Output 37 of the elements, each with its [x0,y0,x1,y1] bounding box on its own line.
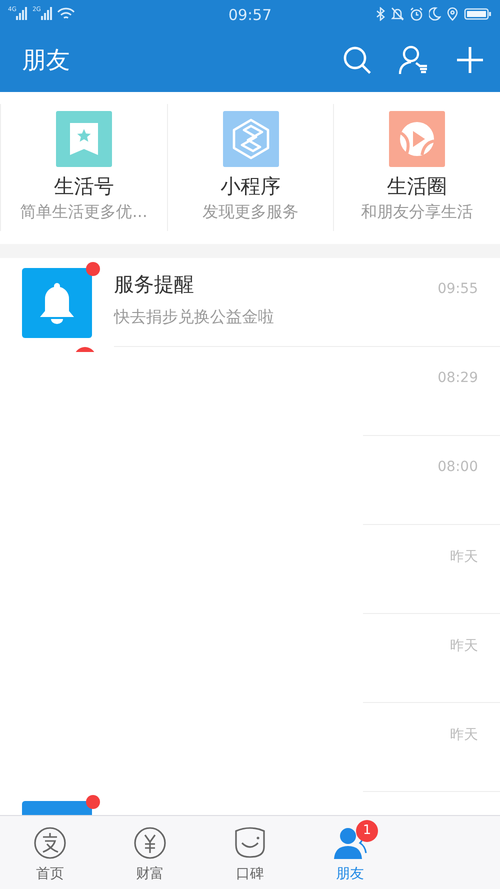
message-preview: 快去捐步兑换公益金啦 [114,307,274,328]
shortcut-subtitle: 和朋友分享生活 [361,202,474,223]
bell-icon [37,281,77,325]
location-icon [447,7,458,21]
signal-icon [16,7,28,21]
bluetooth-icon [376,7,386,21]
alipay-icon [33,826,67,860]
unread-badge: 1 [356,820,378,842]
contacts-icon[interactable] [398,45,430,75]
message-time: 昨天 [450,548,478,566]
muted-bell-icon [391,7,404,21]
shortcut-title[interactable]: 生活号 [54,174,114,198]
tab-button[interactable]: 口碑 [200,816,300,889]
yen-icon [133,826,167,860]
signal-icon [40,7,53,21]
alarm-icon [410,7,424,21]
search-icon[interactable] [342,45,372,75]
wifi-icon [56,7,75,21]
add-icon[interactable] [456,46,484,74]
message-time: 昨天 [450,637,478,655]
message-time: 08:29 [438,370,478,386]
message-title[interactable]: 服务提醒 [114,271,194,298]
smile-cup-icon [233,826,267,860]
message-time: 昨天 [450,726,478,744]
shortcut-subtitle: 简单生活更多优... [20,202,148,223]
battery-icon [464,7,492,21]
shortcut-title[interactable]: 小程序 [220,174,280,198]
clock-time: 09:57 [228,6,272,24]
page-title: 朋友 [22,45,71,76]
tab-button[interactable]: 财富 [100,816,200,889]
shortcut-subtitle: 发现更多服务 [202,202,298,223]
tab-button[interactable]: 朋友 1 [300,816,400,889]
message-time: 09:55 [438,281,478,297]
moon-icon [429,7,442,21]
shortcut-title[interactable]: 生活圈 [387,174,448,198]
message-time: 08:00 [438,459,478,475]
tab-button[interactable]: 首页 [0,816,100,889]
